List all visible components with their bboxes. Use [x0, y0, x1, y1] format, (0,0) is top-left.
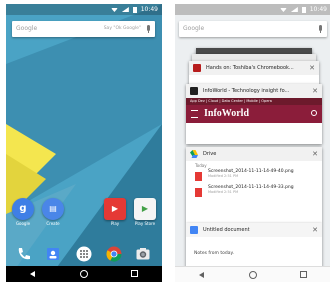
image-file-icon: [195, 172, 202, 181]
infoworld-header: InfoWorld: [186, 105, 322, 123]
recents-icon[interactable]: [131, 270, 138, 277]
apps-grid-icon[interactable]: [76, 246, 92, 262]
google-logo: Google: [183, 25, 205, 32]
status-bar: 10:49: [6, 4, 162, 15]
infoworld-app-icon: [190, 87, 198, 95]
home-icon[interactable]: [249, 271, 257, 279]
card-title: Untitled document: [203, 227, 250, 233]
wifi-icon: [279, 8, 287, 12]
contacts-icon[interactable]: [45, 246, 61, 262]
image-file-icon: [195, 188, 202, 197]
chrome-icon[interactable]: [106, 246, 122, 262]
close-icon[interactable]: ✕: [309, 61, 315, 75]
news-app-icon: [193, 64, 201, 72]
drive-app-icon: [190, 150, 198, 158]
play-store-icon: ▶: [134, 198, 156, 220]
app-play[interactable]: ▶ Play: [100, 198, 130, 226]
google-search-bar[interactable]: Google Say "Ok Google": [12, 21, 155, 37]
google-app-icon: g: [12, 198, 34, 220]
card-header: Drive ✕: [186, 147, 322, 161]
google-logo: Google: [16, 25, 38, 32]
play-app-icon: ▶: [104, 198, 126, 220]
drive-file-list: Today Screenshot_2014-11-11-14-49-40.png…: [186, 161, 322, 201]
file-modified: Modified 2:51 PM: [208, 174, 239, 178]
card-title: Drive: [203, 151, 217, 157]
card-title: Hands on: Toshiba's Chromebook...: [206, 65, 294, 71]
wifi-icon: [110, 8, 118, 12]
signal-icon: [121, 7, 129, 12]
home-screen: 10:49 Google Say "Ok Google" g Google ▤ …: [6, 4, 162, 282]
home-icon[interactable]: [80, 270, 88, 278]
status-time: 10:49: [309, 6, 327, 13]
status-bar: 10:49: [175, 4, 330, 15]
drive-file-row[interactable]: Screenshot_2014-11-11-14-49-33.png Modif…: [186, 185, 322, 201]
drive-section-label: Today: [195, 163, 207, 168]
mic-icon[interactable]: [147, 25, 150, 33]
back-icon[interactable]: [199, 272, 204, 278]
battery-icon: [301, 6, 306, 13]
app-label: Create: [46, 221, 60, 226]
app-label: Play: [110, 221, 120, 226]
nav-bar: [175, 266, 330, 282]
recents-icon[interactable]: [300, 271, 307, 278]
infoworld-menu: App Dev | Cloud | Data Center | Mobile |…: [186, 98, 322, 105]
close-icon[interactable]: ✕: [312, 223, 318, 237]
search-icon[interactable]: [311, 110, 317, 116]
close-icon[interactable]: ✕: [312, 84, 318, 98]
phone-icon[interactable]: [16, 246, 32, 262]
search-hint: Say "Ok Google": [103, 26, 141, 31]
signal-icon: [290, 7, 298, 12]
app-label: Google: [15, 221, 31, 226]
close-icon[interactable]: ✕: [312, 147, 318, 161]
card-header: Hands on: Toshiba's Chromebook... ✕: [189, 61, 319, 75]
recent-card-infoworld[interactable]: InfoWorld - Technology insight fo... ✕ A…: [186, 84, 322, 144]
recent-card-drive[interactable]: Drive ✕ Today Screenshot_2014-11-11-14-4…: [186, 147, 322, 223]
back-icon[interactable]: [30, 271, 35, 277]
menu-icon[interactable]: [191, 110, 198, 118]
camera-icon[interactable]: [135, 246, 151, 262]
file-modified: Modified 2:51 PM: [208, 190, 239, 194]
card-title: InfoWorld - Technology insight fo...: [203, 88, 290, 94]
nav-bar: [6, 266, 162, 282]
app-google[interactable]: g Google: [8, 198, 38, 226]
create-app-icon: ▤: [42, 198, 64, 220]
recents-screen: 10:49 Google Hands on: Toshiba's Chromeb…: [175, 4, 330, 282]
app-play-store[interactable]: ▶ Play Store: [130, 198, 160, 226]
docs-app-icon: [190, 226, 198, 234]
card-header: InfoWorld - Technology insight fo... ✕: [186, 84, 322, 98]
battery-icon: [132, 6, 137, 13]
mic-icon[interactable]: [319, 25, 322, 33]
document-preview-text: Notes from today.: [194, 251, 234, 256]
status-time: 10:49: [140, 6, 158, 13]
app-create[interactable]: ▤ Create: [38, 198, 68, 226]
recent-card-untitled-document[interactable]: Untitled document ✕ Notes from today.: [186, 223, 322, 268]
google-search-bar[interactable]: Google: [179, 21, 327, 37]
card-header: Untitled document ✕: [186, 223, 322, 237]
drive-file-row[interactable]: Screenshot_2014-11-11-14-49-40.png Modif…: [186, 169, 322, 185]
app-label: Play Store: [134, 221, 156, 226]
infoworld-logo: InfoWorld: [204, 108, 250, 119]
